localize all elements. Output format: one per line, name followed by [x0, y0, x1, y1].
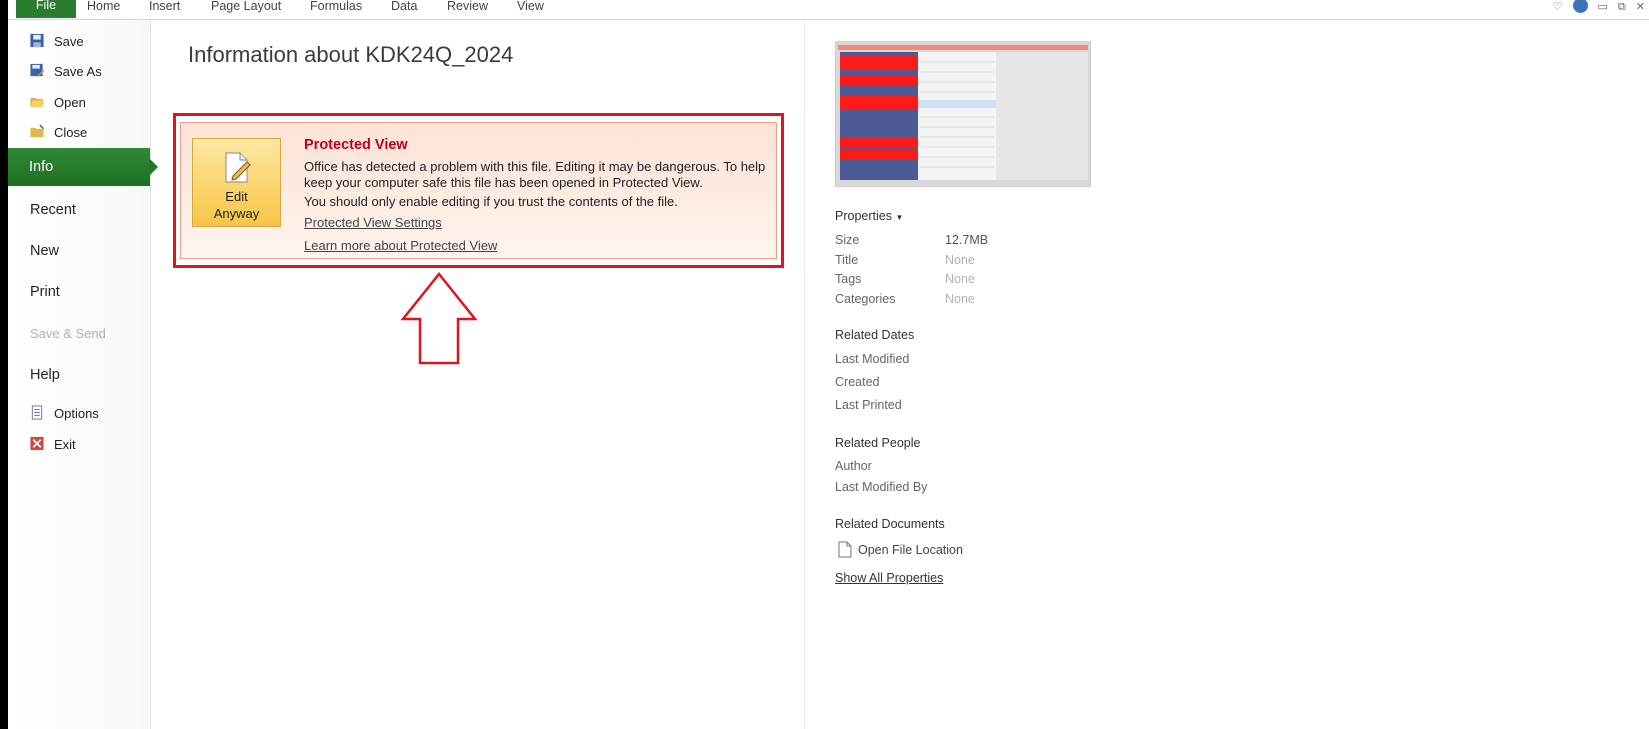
panel-divider [804, 20, 805, 729]
window-controls: ♡ ? ▭ ⧉ ✕ [1553, 0, 1649, 14]
document-icon [838, 541, 852, 558]
close-folder-icon [30, 124, 45, 138]
save-icon [30, 33, 44, 48]
protected-view-banner: Edit Anyway Protected View Office has de… [180, 122, 777, 259]
learn-more-link[interactable]: Learn more about Protected View [304, 238, 497, 253]
author-label: Author [835, 459, 872, 473]
show-all-properties-link[interactable]: Show All Properties [835, 571, 943, 585]
backstage-nav: Save Save As Open Close Info Recent New … [8, 20, 158, 729]
tab-home[interactable]: Home [87, 0, 120, 18]
tab-review[interactable]: Review [447, 0, 488, 18]
tab-page-layout[interactable]: Page Layout [211, 0, 281, 18]
protected-view-highlight: Edit Anyway Protected View Office has de… [173, 113, 784, 268]
open-folder-icon [30, 97, 45, 108]
tab-formulas[interactable]: Formulas [310, 0, 362, 18]
properties-header[interactable]: Properties ▼ [835, 209, 903, 223]
last-modified-by-label: Last Modified By [835, 480, 928, 494]
protected-view-message: Office has detected a problem with this … [304, 159, 766, 190]
minimize-window-icon[interactable]: ▭ [1598, 2, 1608, 13]
restore-window-icon[interactable]: ⧉ [1618, 2, 1626, 13]
last-modified-label: Last Modified [835, 352, 910, 366]
protected-view-heading: Protected View [304, 137, 408, 153]
related-documents-header: Related Documents [835, 517, 945, 531]
ribbon-tabs: File Home Insert Page Layout Formulas Da… [8, 0, 1649, 20]
exit-icon [30, 436, 44, 451]
help-icon[interactable]: ? [1572, 0, 1588, 13]
edit-anyway-button[interactable]: Edit Anyway [192, 138, 281, 227]
nav-save-send: Save & Send [30, 326, 106, 341]
protected-view-settings-link[interactable]: Protected View Settings [304, 215, 442, 230]
document-thumbnail [835, 41, 1091, 187]
annotation-up-arrow [401, 272, 477, 365]
edit-document-icon [225, 152, 251, 183]
tags-label: Tags [835, 272, 862, 286]
size-label: Size [835, 233, 860, 247]
title-label: Title [835, 253, 859, 267]
close-window-icon[interactable]: ✕ [1636, 2, 1645, 13]
categories-label: Categories [835, 292, 896, 306]
related-people-header: Related People [835, 436, 921, 450]
categories-value[interactable]: None [945, 292, 975, 306]
save-as-icon [30, 63, 45, 78]
edit-anyway-line1: Edit [225, 189, 248, 204]
size-value: 12.7MB [945, 233, 989, 247]
tab-data[interactable]: Data [391, 0, 417, 18]
page-title: Information about KDK24Q_2024 [188, 42, 514, 67]
title-value[interactable]: None [945, 253, 975, 267]
edit-anyway-line2: Anyway [213, 206, 260, 221]
last-printed-label: Last Printed [835, 398, 902, 412]
open-file-location-link[interactable]: Open File Location [858, 543, 963, 557]
tags-value[interactable]: None [945, 272, 975, 286]
nav-info[interactable]: Info [8, 148, 158, 186]
tab-view[interactable]: View [517, 0, 544, 18]
screen-edge [0, 0, 8, 729]
protected-view-advice: You should only enable editing if you tr… [304, 194, 678, 209]
tab-file[interactable]: File [16, 0, 76, 18]
created-label: Created [835, 375, 880, 389]
minimize-ribbon-icon[interactable]: ♡ [1553, 2, 1563, 13]
nav-new[interactable]: New [30, 243, 59, 259]
nav-help[interactable]: Help [30, 367, 60, 383]
related-dates-header: Related Dates [835, 328, 915, 342]
nav-recent[interactable]: Recent [30, 202, 76, 218]
selected-notch [150, 159, 158, 175]
tab-insert[interactable]: Insert [149, 0, 180, 18]
dropdown-arrow-icon: ▼ [895, 213, 904, 222]
nav-print[interactable]: Print [30, 284, 60, 300]
options-icon [31, 405, 43, 420]
